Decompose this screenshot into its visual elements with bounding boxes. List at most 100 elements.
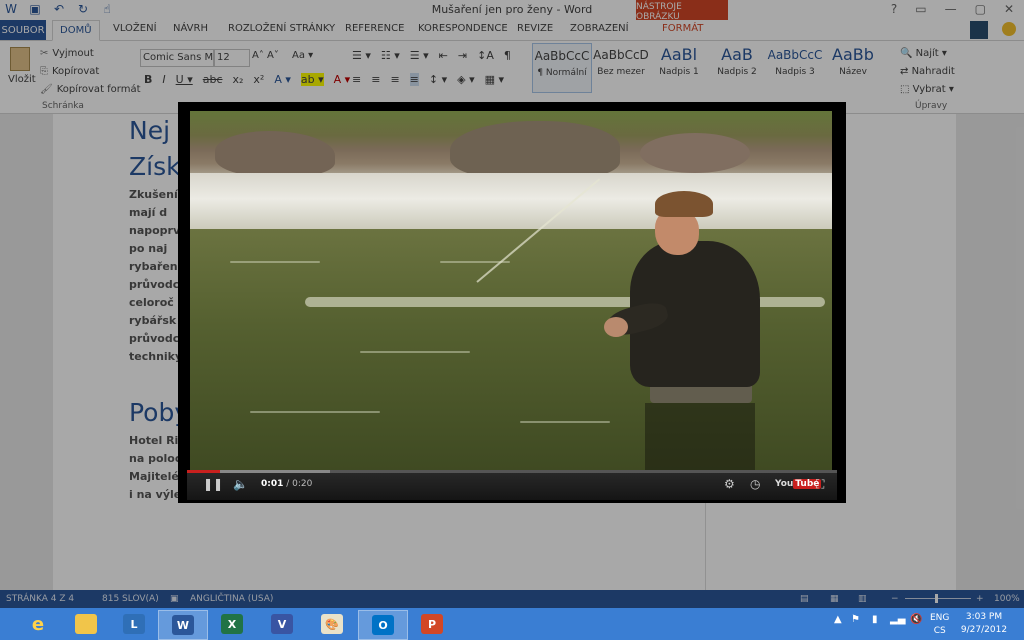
decrease-indent-button[interactable]: ⇤ (439, 49, 448, 62)
shading-button[interactable]: ◈ ▾ (457, 73, 474, 86)
change-case-button[interactable]: Aa ▾ (292, 50, 313, 61)
align-center-button[interactable]: ≡ (371, 73, 380, 86)
ribbon-options-button[interactable]: ▭ (915, 2, 926, 16)
maximize-button[interactable]: ▢ (975, 2, 986, 16)
network-signal-icon[interactable]: ▂▄ (890, 614, 905, 625)
word-counter[interactable]: 815 SLOV(A) (102, 594, 159, 604)
volume-icon[interactable]: 🔈 (233, 477, 248, 491)
language-indicator[interactable]: ANGLIČTINA (USA) (190, 594, 273, 604)
taskbar-paint[interactable]: 🎨 (308, 610, 356, 638)
context-tab-title: NÁSTROJE OBRÁZKU (636, 0, 728, 22)
progress-bar[interactable] (187, 470, 837, 473)
tab-file[interactable]: SOUBOR (0, 20, 46, 40)
tab-mailings[interactable]: KORESPONDENCE (418, 23, 508, 34)
tab-insert[interactable]: VLOŽENÍ (113, 23, 157, 34)
youtube-logo[interactable]: You Tube (775, 479, 822, 489)
zoom-slider-thumb[interactable] (935, 594, 938, 603)
read-mode-icon[interactable]: ▤ (800, 594, 809, 604)
align-right-button[interactable]: ≡ (390, 73, 399, 86)
style-heading-3[interactable]: AaBbCcC Nadpis 3 (766, 43, 824, 91)
fullscreen-icon[interactable]: ⛶ (816, 477, 824, 492)
tab-format[interactable]: FORMÁT (662, 23, 703, 34)
italic-button[interactable]: I (162, 73, 165, 86)
taskbar-ie[interactable]: e (14, 610, 62, 638)
show-marks-button[interactable]: ¶ (504, 49, 511, 62)
style-normal[interactable]: AaBbCcC ¶ Normální (532, 43, 592, 93)
tab-home[interactable]: DOMŮ (52, 20, 100, 41)
subscript-button[interactable]: x₂ (233, 73, 244, 86)
grow-shrink-font[interactable]: A˄ A˅ (252, 50, 279, 61)
user-avatar[interactable] (970, 21, 988, 39)
volume-muted-icon[interactable]: 🔇 (910, 614, 922, 625)
paste-button[interactable]: Vložit (8, 47, 36, 91)
taskbar-powerpoint[interactable]: P (408, 610, 456, 638)
style-title[interactable]: AaBb Název (824, 43, 882, 91)
bullets-button[interactable]: ☰ ▾ (352, 49, 371, 62)
bold-button[interactable]: B (144, 73, 152, 86)
taskbar-outlook[interactable]: O (358, 610, 408, 640)
video-frame[interactable] (190, 111, 832, 471)
taskbar-word[interactable]: W (158, 610, 208, 640)
numbering-button[interactable]: ☷ ▾ (381, 49, 400, 62)
video-player[interactable]: ❚❚ 🔈 0:01 / 0:20 ⚙ ◷ You Tube ⛶ (178, 102, 846, 503)
sort-button[interactable]: ↕A (477, 49, 494, 62)
superscript-button[interactable]: x² (253, 73, 264, 86)
multilevel-list-button[interactable]: ☰ ▾ (410, 49, 429, 62)
pause-icon[interactable]: ❚❚ (203, 477, 223, 491)
style-sample: AaB (721, 45, 753, 64)
strikethrough-button[interactable]: abc (203, 73, 223, 86)
taskbar-explorer[interactable] (62, 610, 110, 638)
watch-later-clock-icon[interactable]: ◷ (750, 477, 760, 491)
copy-button[interactable]: ⎘ Kopírovat (40, 63, 141, 81)
line-spacing-button[interactable]: ↕ ▾ (429, 73, 447, 86)
input-language[interactable]: ENG CS (930, 612, 949, 638)
tab-review[interactable]: REVIZE (517, 23, 553, 34)
font-size-box[interactable]: 12 (214, 49, 250, 67)
style-label: Název (839, 67, 867, 77)
web-layout-icon[interactable]: ▥ (858, 594, 867, 604)
tray-expand-icon[interactable]: ▲ (834, 614, 842, 625)
taskbar-excel[interactable]: X (208, 610, 256, 638)
font-name-box[interactable]: Comic Sans M (140, 49, 214, 67)
underline-button[interactable]: U ▾ (176, 73, 193, 86)
taskbar-lync[interactable]: L (110, 610, 158, 638)
taskbar-visio[interactable]: V (258, 610, 306, 638)
justify-button[interactable]: ≡ (409, 73, 419, 86)
zoom-level[interactable]: 100% (994, 594, 1020, 604)
font-color-button[interactable]: A ▾ (334, 73, 351, 86)
tab-layout[interactable]: ROZLOŽENÍ STRÁNKY (228, 23, 335, 34)
help-button[interactable]: ? (891, 2, 897, 16)
battery-icon[interactable]: ▮ (872, 614, 878, 625)
select-button[interactable]: ⬚ Vybrat ▾ (900, 81, 955, 99)
ripple (520, 421, 610, 423)
text-effects-button[interactable]: A ▾ (274, 73, 291, 86)
zoom-in-button[interactable]: + (976, 594, 984, 604)
tab-view[interactable]: ZOBRAZENÍ (570, 23, 629, 34)
proofing-icon[interactable]: ▣ (170, 594, 179, 604)
zoom-out-button[interactable]: − (891, 594, 899, 604)
paragraph-line: na poloo (129, 452, 183, 465)
align-left-button[interactable]: ≡ (352, 73, 361, 86)
style-heading-1[interactable]: AaBl Nadpis 1 (650, 43, 708, 91)
print-layout-icon[interactable]: ▦ (830, 594, 839, 604)
minimize-button[interactable]: — (945, 2, 957, 16)
feedback-smiley-icon[interactable] (1002, 22, 1016, 36)
format-painter-button[interactable]: 🖌 Kopírovat formát (40, 81, 141, 99)
zoom-slider[interactable] (905, 594, 971, 603)
style-heading-2[interactable]: AaB Nadpis 2 (708, 43, 766, 91)
replace-button[interactable]: ⇄ Nahradit (900, 63, 955, 81)
cut-button[interactable]: ✂ Vyjmout (40, 45, 141, 63)
find-button[interactable]: 🔍 Najít ▾ (900, 45, 955, 63)
tab-design[interactable]: NÁVRH (173, 23, 208, 34)
close-button[interactable]: ✕ (1004, 2, 1014, 16)
internet-explorer-icon: e (31, 613, 45, 635)
settings-gear-icon[interactable]: ⚙ (724, 477, 735, 491)
page-counter[interactable]: STRÁNKA 4 Z 4 (6, 594, 74, 604)
highlight-button[interactable]: ab ▾ (300, 73, 324, 86)
increase-indent-button[interactable]: ⇥ (458, 49, 467, 62)
borders-button[interactable]: ▦ ▾ (485, 73, 504, 86)
tab-references[interactable]: REFERENCE (345, 23, 404, 34)
clock[interactable]: 3:03 PM 9/27/2012 (956, 611, 1012, 637)
style-no-spacing[interactable]: AaBbCcD Bez mezer (592, 43, 650, 91)
action-center-flag-icon[interactable]: ⚑ (851, 614, 860, 625)
